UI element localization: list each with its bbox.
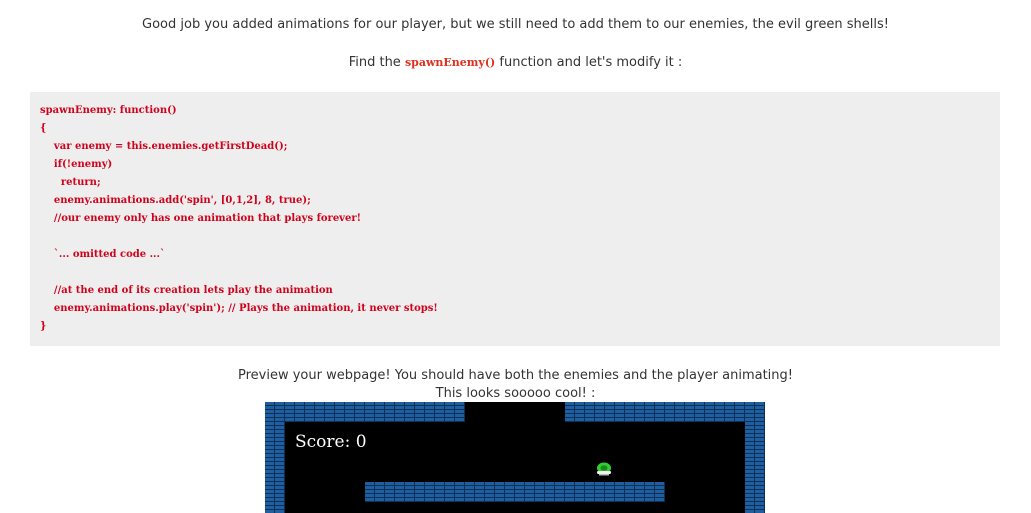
code-line: spawnEnemy: function() bbox=[40, 105, 177, 116]
brick-wall-right bbox=[745, 422, 765, 513]
preview-caption: This looks sooooo cool! : bbox=[435, 386, 596, 401]
code-line: //our enemy only has one animation that … bbox=[40, 213, 362, 224]
brick-platform-middle bbox=[365, 482, 665, 502]
instruction-paragraph: Find the spawnEnemy() function and let's… bbox=[0, 55, 1031, 70]
preview-paragraph: Preview your webpage! You should have bo… bbox=[237, 368, 794, 383]
instruction-text-before: Find the bbox=[348, 55, 405, 70]
brick-ledge-top-left bbox=[265, 402, 465, 422]
instruction-text-after: function and let's modify it : bbox=[495, 55, 683, 70]
intro-paragraph: Good job you added animations for our pl… bbox=[142, 17, 889, 32]
code-line: if(!enemy) bbox=[40, 159, 113, 170]
code-line: enemy.animations.add('spin', [0,1,2], 8,… bbox=[40, 195, 311, 206]
code-line: //at the end of its creation lets play t… bbox=[40, 285, 333, 296]
code-line: `... omitted code ...` bbox=[40, 249, 166, 260]
brick-ledge-top-right bbox=[565, 402, 765, 422]
code-block: spawnEnemy: function() { var enemy = thi… bbox=[30, 92, 1000, 346]
inline-code-spawn-enemy: spawnEnemy() bbox=[404, 56, 496, 69]
code-line: return; bbox=[40, 177, 101, 188]
code-line: { bbox=[40, 123, 47, 134]
green-shell-icon bbox=[597, 462, 611, 476]
code-line: } bbox=[40, 321, 47, 332]
game-screenshot: Score: 0 bbox=[265, 402, 765, 513]
brick-wall-left bbox=[265, 422, 285, 513]
code-line: enemy.animations.play('spin'); // Plays … bbox=[40, 303, 438, 314]
score-label: Score: 0 bbox=[295, 432, 367, 452]
code-line: var enemy = this.enemies.getFirstDead(); bbox=[40, 141, 288, 152]
